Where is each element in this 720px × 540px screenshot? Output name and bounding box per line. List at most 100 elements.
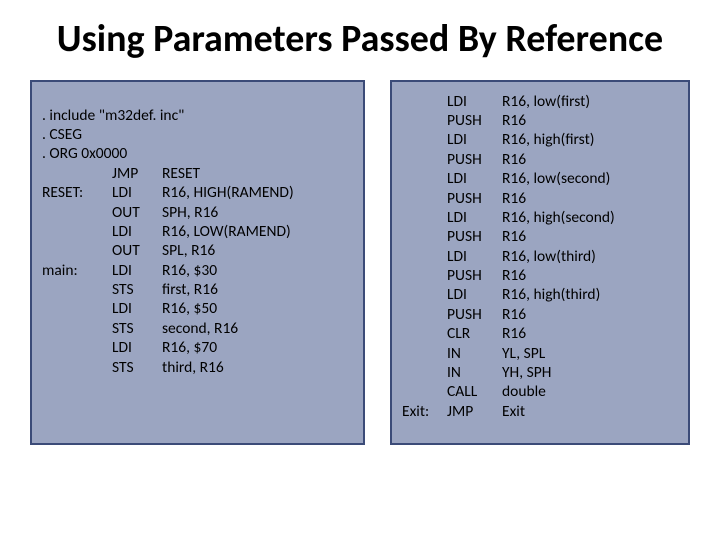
code-row: PUSH R16 bbox=[402, 189, 678, 208]
row-arg: R16, low(first) bbox=[502, 92, 678, 111]
code-panel-left: . include "m32def. inc" . CSEG . ORG 0x0… bbox=[30, 80, 365, 445]
code-row: LDI R16, low(third) bbox=[402, 247, 678, 266]
code-row: IN YH, SPH bbox=[402, 363, 678, 382]
row-op: OUT bbox=[112, 203, 162, 222]
row-op: STS bbox=[112, 319, 162, 338]
row-op: LDI bbox=[447, 169, 502, 188]
row-op: LDI bbox=[447, 208, 502, 227]
row-label bbox=[42, 241, 112, 260]
row-label bbox=[402, 208, 447, 227]
code-row: PUSH R16 bbox=[402, 266, 678, 285]
row-op: LDI bbox=[112, 261, 162, 280]
row-op: LDI bbox=[447, 92, 502, 111]
code-row: LDI R16, LOW(RAMEND) bbox=[42, 222, 353, 241]
row-op: LDI bbox=[112, 338, 162, 357]
row-label bbox=[402, 324, 447, 343]
row-label bbox=[402, 266, 447, 285]
code-row: CLR R16 bbox=[402, 324, 678, 343]
row-arg: Exit bbox=[502, 402, 678, 421]
row-op: STS bbox=[112, 280, 162, 299]
row-arg: R16 bbox=[502, 227, 678, 246]
row-arg: SPH, R16 bbox=[162, 203, 353, 222]
row-arg: R16, high(second) bbox=[502, 208, 678, 227]
row-label bbox=[42, 280, 112, 299]
row-label bbox=[402, 363, 447, 382]
row-arg: R16, LOW(RAMEND) bbox=[162, 222, 353, 241]
code-row: STS third, R16 bbox=[42, 358, 353, 377]
row-label bbox=[402, 130, 447, 149]
row-arg: R16, low(second) bbox=[502, 169, 678, 188]
row-arg: R16, low(third) bbox=[502, 247, 678, 266]
row-op: PUSH bbox=[447, 266, 502, 285]
row-arg: R16, $70 bbox=[162, 338, 353, 357]
code-row: IN YL, SPL bbox=[402, 344, 678, 363]
row-label bbox=[42, 358, 112, 377]
code-panels: . include "m32def. inc" . CSEG . ORG 0x0… bbox=[30, 80, 690, 445]
code-row: RESET: LDI R16, HIGH(RAMEND) bbox=[42, 183, 353, 202]
row-op: JMP bbox=[447, 402, 502, 421]
row-arg: R16 bbox=[502, 150, 678, 169]
header-line: . include "m32def. inc" bbox=[42, 106, 353, 125]
code-row: main: LDI R16, $30 bbox=[42, 261, 353, 280]
row-label bbox=[42, 299, 112, 318]
row-arg: R16 bbox=[502, 324, 678, 343]
row-op: IN bbox=[447, 363, 502, 382]
row-label bbox=[402, 344, 447, 363]
row-op: JMP bbox=[112, 164, 162, 183]
code-row: PUSH R16 bbox=[402, 150, 678, 169]
row-label bbox=[42, 203, 112, 222]
row-arg: R16, $30 bbox=[162, 261, 353, 280]
code-row: LDI R16, high(third) bbox=[402, 285, 678, 304]
row-op: LDI bbox=[112, 222, 162, 241]
row-op: LDI bbox=[447, 247, 502, 266]
row-label bbox=[42, 222, 112, 241]
row-arg: R16, $50 bbox=[162, 299, 353, 318]
code-row: PUSH R16 bbox=[402, 111, 678, 130]
code-row: LDI R16, low(first) bbox=[402, 92, 678, 111]
code-row: STS second, R16 bbox=[42, 319, 353, 338]
row-label bbox=[402, 285, 447, 304]
code-row: LDI R16, $70 bbox=[42, 338, 353, 357]
code-row: JMP RESET bbox=[42, 164, 353, 183]
row-op: PUSH bbox=[447, 227, 502, 246]
header-line: . ORG 0x0000 bbox=[42, 144, 353, 163]
slide-title: Using Parameters Passed By Reference bbox=[30, 18, 690, 62]
slide: Using Parameters Passed By Reference . i… bbox=[0, 0, 720, 540]
row-arg: R16, high(third) bbox=[502, 285, 678, 304]
code-row: OUT SPH, R16 bbox=[42, 203, 353, 222]
row-op: LDI bbox=[112, 299, 162, 318]
header-line: . CSEG bbox=[42, 125, 353, 144]
row-label bbox=[402, 92, 447, 111]
code-panel-right: LDI R16, low(first) PUSH R16 LDI R16, hi… bbox=[390, 80, 690, 445]
code-row: CALL double bbox=[402, 382, 678, 401]
row-arg: R16 bbox=[502, 266, 678, 285]
code-row: PUSH R16 bbox=[402, 227, 678, 246]
row-op: PUSH bbox=[447, 189, 502, 208]
row-label bbox=[402, 169, 447, 188]
row-op: STS bbox=[112, 358, 162, 377]
row-op: LDI bbox=[447, 130, 502, 149]
code-row: PUSH R16 bbox=[402, 305, 678, 324]
row-op: CALL bbox=[447, 382, 502, 401]
row-arg: third, R16 bbox=[162, 358, 353, 377]
row-label bbox=[402, 111, 447, 130]
row-op: OUT bbox=[112, 241, 162, 260]
row-arg: YL, SPL bbox=[502, 344, 678, 363]
row-op: LDI bbox=[447, 285, 502, 304]
row-label bbox=[402, 305, 447, 324]
row-arg: R16 bbox=[502, 305, 678, 324]
code-row: LDI R16, $50 bbox=[42, 299, 353, 318]
row-arg: R16 bbox=[502, 189, 678, 208]
row-op: PUSH bbox=[447, 305, 502, 324]
row-label bbox=[402, 382, 447, 401]
row-label bbox=[42, 338, 112, 357]
row-arg: R16 bbox=[502, 111, 678, 130]
code-row: Exit: JMP Exit bbox=[402, 402, 678, 421]
code-row: OUT SPL, R16 bbox=[42, 241, 353, 260]
spacer bbox=[42, 92, 353, 106]
row-label bbox=[42, 164, 112, 183]
row-arg: YH, SPH bbox=[502, 363, 678, 382]
row-arg: R16, HIGH(RAMEND) bbox=[162, 183, 353, 202]
row-arg: second, R16 bbox=[162, 319, 353, 338]
code-row: LDI R16, high(second) bbox=[402, 208, 678, 227]
